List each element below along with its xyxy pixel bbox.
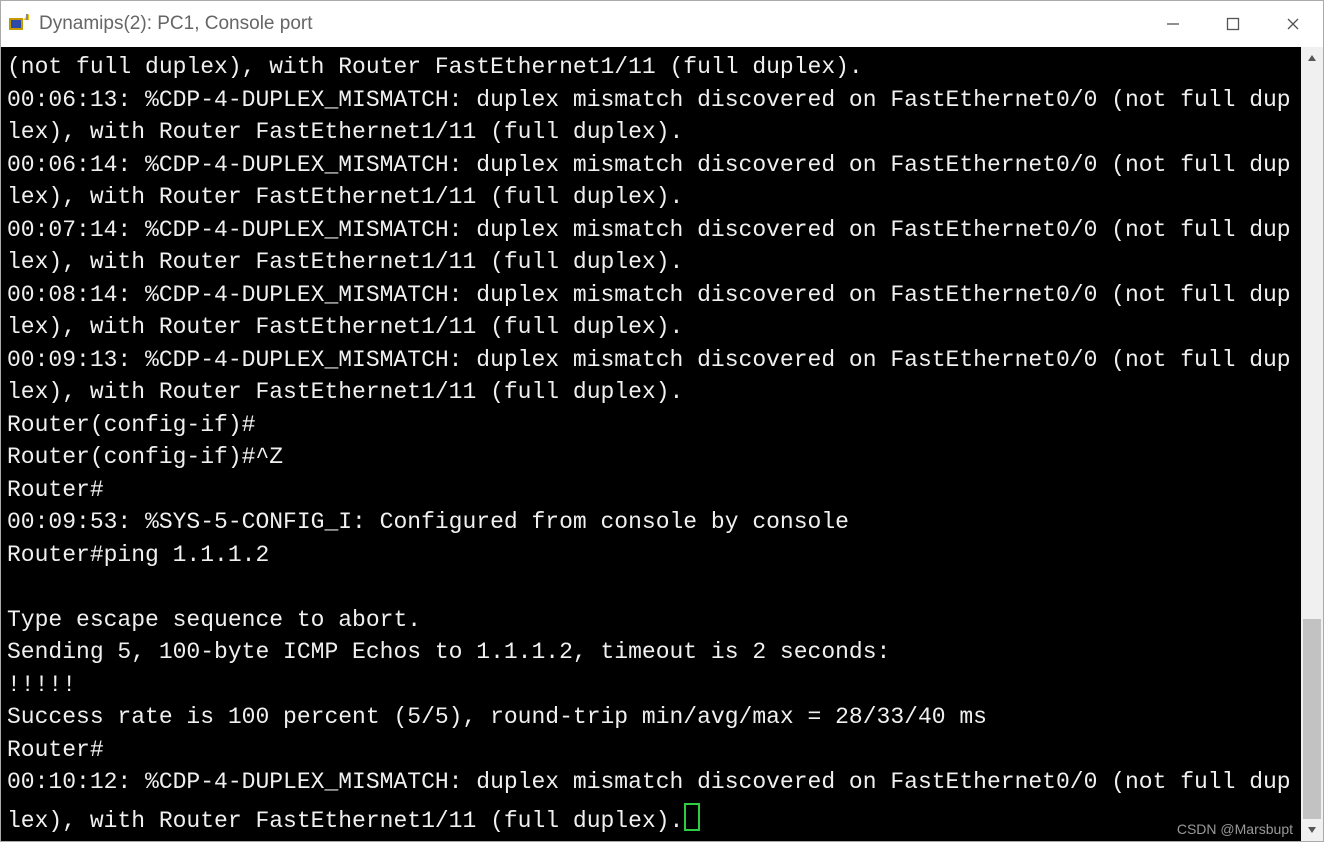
scroll-track[interactable] (1301, 69, 1323, 819)
maximize-button[interactable] (1203, 1, 1263, 47)
titlebar-left: Dynamips(2): PC1, Console port (7, 12, 313, 36)
scroll-down-arrow-icon[interactable] (1301, 819, 1323, 841)
putty-icon (7, 12, 31, 36)
window-controls (1143, 1, 1323, 47)
terminal-output[interactable]: (not full duplex), with Router FastEther… (1, 47, 1301, 841)
scroll-up-arrow-icon[interactable] (1301, 47, 1323, 69)
titlebar[interactable]: Dynamips(2): PC1, Console port (1, 1, 1323, 47)
vertical-scrollbar[interactable] (1301, 47, 1323, 841)
minimize-button[interactable] (1143, 1, 1203, 47)
app-window: Dynamips(2): PC1, Console port (not full… (0, 0, 1324, 842)
client-area: (not full duplex), with Router FastEther… (1, 47, 1323, 841)
window-title: Dynamips(2): PC1, Console port (39, 13, 313, 35)
scroll-thumb[interactable] (1303, 619, 1321, 819)
watermark-text: CSDN @Marsbupt (1177, 821, 1293, 837)
terminal-cursor (684, 803, 700, 831)
close-button[interactable] (1263, 1, 1323, 47)
